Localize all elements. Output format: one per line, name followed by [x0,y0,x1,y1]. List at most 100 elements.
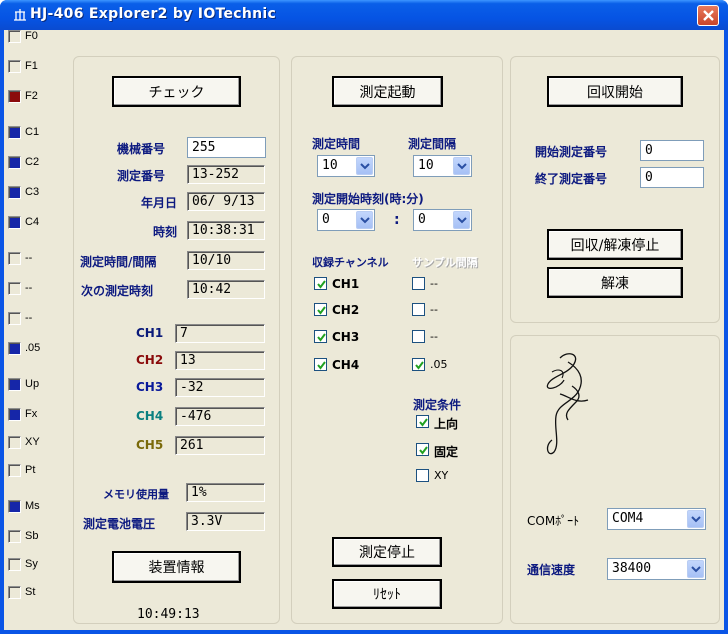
indicator-3-box [8,126,21,139]
baud-select[interactable]: 38400 [607,558,706,580]
indicator-8-label: -- [25,282,33,294]
indicator-4-box [8,156,21,169]
sample-interval-label: サンプル間隔 [412,256,478,269]
device-no-label: 機械番号 [117,142,166,156]
rec-ch2-label: CH2 [332,303,360,317]
battery-value: 3.3V [186,512,265,531]
indicator-16-label: Sb [25,530,39,542]
chevron-down-icon[interactable] [453,211,470,229]
indicator-0-label: F0 [25,30,38,42]
channel-4-label: CH4 [136,409,164,423]
sample-0-label: -- [430,277,438,290]
checkmark-icon [419,446,428,455]
start-hour-select[interactable]: 0 [317,209,375,231]
condition-0-label: 上向 [434,417,459,431]
indicator-15-box [8,500,21,513]
sample-0-checkbox[interactable] [412,277,425,290]
memory-label: メモリ使用量 [103,488,169,501]
channel-3-label: CH3 [136,380,164,394]
indicator-5-box [8,186,21,199]
checkmark-icon [317,361,326,370]
indicator-13-box [8,436,21,449]
indicator-17-box [8,558,21,571]
chevron-down-icon[interactable] [356,157,373,175]
thaw-button[interactable]: 解凍 [547,267,683,298]
condition-2-label: XY [434,469,449,482]
indicator-13-label: XY [25,436,40,448]
clock: 10:49:13 [137,607,200,622]
rec-ch1-checkbox[interactable] [314,277,327,290]
checkmark-icon [317,306,326,315]
indicator-11-box [8,378,21,391]
indicator-12-label: Fx [25,408,38,420]
sample-1-checkbox[interactable] [412,303,425,316]
reset-button[interactable]: ﾘｾｯﾄ [332,579,442,609]
channel-5-value: 261 [175,436,265,455]
indicator-17-label: Sy [25,558,38,570]
start-time-label: 測定開始時刻(時:分) [312,192,424,206]
rec-ch4-label: CH4 [332,358,360,372]
chevron-down-icon[interactable] [453,157,470,175]
meas-interval-select[interactable]: 10 [413,155,472,177]
close-button[interactable] [697,5,719,26]
chevron-down-icon[interactable] [356,211,373,229]
indicator-14-label: Pt [25,464,36,476]
sample-3-label: .05 [430,358,448,371]
rec-ch3-checkbox[interactable] [314,330,327,343]
start-no-label: 開始測定番号 [535,145,608,159]
indicator-10-box [8,342,21,355]
rec-ch2-checkbox[interactable] [314,303,327,316]
baud-select-value: 38400 [612,561,652,576]
indicator-12-box [8,408,21,421]
condition-1-checkbox[interactable] [416,443,429,456]
start-minute-select[interactable]: 0 [413,209,472,231]
interval-value: 10/10 [187,251,265,270]
indicator-14-box [8,464,21,477]
checkmark-icon [317,333,326,342]
sample-1-label: -- [430,303,438,316]
meas-no-label: 測定番号 [117,169,166,183]
device-info-button[interactable]: 装置情報 [112,551,241,583]
signature-logo [546,353,589,455]
condition-0-checkbox[interactable] [416,415,429,428]
stop-measurement-button[interactable]: 測定停止 [332,537,442,567]
sample-2-label: -- [430,330,438,343]
time-label: 時刻 [153,225,178,239]
indicator-0-box [8,30,21,43]
window-title: HJ-406 Explorer2 by IOTechnic [30,6,277,22]
indicator-10-label: .05 [25,342,41,354]
next-time-value: 10:42 [187,280,265,299]
start-hour-select-value: 0 [322,212,330,227]
app-window: HJ-406 Explorer2 by IOTechnic F0 F1 F2 C1 C2… [0,0,728,634]
device-no-field[interactable]: 255 [187,137,266,158]
chevron-down-icon[interactable] [687,560,704,578]
close-icon [703,10,714,21]
rec-ch4-checkbox[interactable] [314,358,327,371]
rec-channel-label: 収録チャンネル [312,256,389,269]
com-port-label: COMﾎﾟｰﾄ [527,514,580,528]
channel-5-label: CH5 [136,438,164,452]
indicator-9-box [8,312,21,325]
rec-ch1-label: CH1 [332,277,360,291]
collect-start-button[interactable]: 回収開始 [547,76,683,107]
condition-1-label: 固定 [434,445,459,459]
sample-3-checkbox[interactable] [412,358,425,371]
condition-2-checkbox[interactable] [416,469,429,482]
date-label: 年月日 [141,196,178,210]
sample-2-checkbox[interactable] [412,330,425,343]
meas-time-select[interactable]: 10 [317,155,375,177]
indicator-16-box [8,530,21,543]
com-port-select[interactable]: COM4 [607,508,706,530]
check-button[interactable]: チェック [112,76,241,107]
start-no-field[interactable]: 0 [640,140,704,161]
app-icon [13,8,27,22]
start-measurement-button[interactable]: 測定起動 [332,76,443,107]
indicator-9-label: -- [25,312,33,324]
end-no-label: 終了測定番号 [535,172,608,186]
client-area: F0 F1 F2 C1 C2 C3 C4 -- -- -- .05 Up Fx XY Pt Ms Sb Sy St … [4,30,724,630]
interval-label: 測定時間/間隔 [80,255,157,269]
collect-stop-button[interactable]: 回収/解凍停止 [547,229,683,260]
end-no-field[interactable]: 0 [640,167,704,188]
chevron-down-icon[interactable] [687,510,704,528]
meas-time-label: 測定時間 [312,137,361,151]
